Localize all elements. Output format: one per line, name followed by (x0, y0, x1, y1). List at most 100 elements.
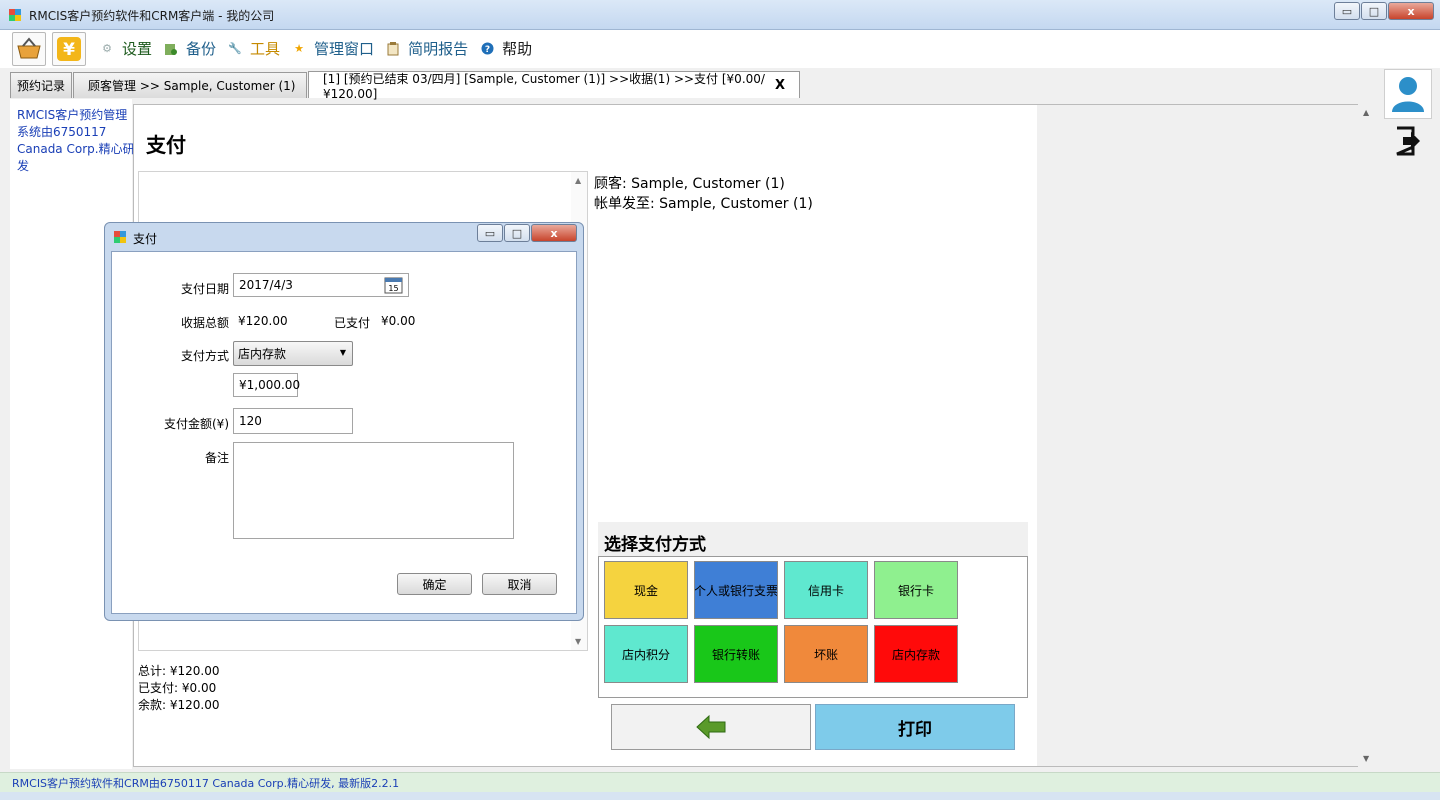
menu-help-label: 帮助 (502, 40, 533, 58)
pay-method-header: 选择支付方式 (598, 522, 1028, 556)
tab-customer-management[interactable]: 顾客管理 >> Sample, Customer (1) (73, 72, 307, 98)
backup-icon (164, 42, 178, 56)
paid-label: 已支付 (334, 316, 371, 330)
paid-text: 已支付: ¥0.00 (138, 681, 217, 695)
window-title: RMCIS客户预约软件和CRM客户端 - 我的公司 (29, 9, 275, 23)
credit-link[interactable]: RMCIS客户预约管理系统由6750117 Canada Corp.精心研发 (17, 107, 135, 175)
calendar-icon[interactable]: 15 (384, 276, 403, 294)
tab-close-button[interactable]: X (775, 78, 785, 93)
pay-method-title: 选择支付方式 (604, 535, 706, 555)
dialog-close-button[interactable]: x (531, 224, 577, 242)
svg-text:¥: ¥ (63, 40, 75, 60)
pay-store-deposit-button[interactable]: 店内存款 (874, 625, 958, 683)
pay-method-label: 支付方式 (180, 349, 229, 363)
pay-cash-button[interactable]: 现金 (604, 561, 688, 619)
menu-backup[interactable]: 备份 (164, 38, 216, 59)
tab-appointments-label: 预约记录 (17, 79, 66, 93)
main-scroll-down-icon[interactable]: ▼ (1363, 754, 1369, 763)
chevron-down-icon: ▼ (339, 348, 346, 357)
note-textarea[interactable] (233, 442, 514, 539)
clipboard-icon (386, 41, 400, 56)
balance-text: 余款: ¥120.00 (138, 698, 220, 712)
pay-bad-debt-button[interactable]: 坏账 (784, 625, 868, 683)
pay-amount-label: 支付金额(¥) (164, 417, 229, 431)
pay-method-grid: 现金 个人或银行支票 信用卡 银行卡 店内积分 银行转账 坏账 店内存款 (598, 556, 1028, 698)
payment-yen-button[interactable]: ¥ (52, 32, 86, 66)
right-panel (1037, 105, 1358, 766)
app-logo-icon (9, 9, 21, 21)
tab-payment-label: [1] [预约已结束 03/四月] [Sample, Customer (1)]… (323, 71, 765, 101)
logout-icon (1396, 126, 1420, 156)
tab-bar: 预约记录 顾客管理 >> Sample, Customer (1) [1] [预… (0, 68, 1380, 101)
pay-method-value: 店内存款 (238, 347, 287, 361)
dialog-app-icon (114, 231, 126, 243)
status-bar: RMCIS客户预约软件和CRM由6750117 Canada Corp.精心研发… (0, 772, 1440, 792)
menu-bar: ¥ ⚙ 设置 备份 🔧 工具 ★ 管理窗口 简明报告 ? 帮助 (0, 30, 1440, 68)
menu-settings[interactable]: ⚙ 设置 (100, 38, 152, 59)
print-button[interactable]: 打印 (815, 704, 1015, 750)
logout-button[interactable] (1392, 124, 1424, 158)
back-button[interactable] (611, 704, 811, 750)
receipt-total-value: ¥120.00 (238, 314, 288, 328)
menu-list: ⚙ 设置 备份 🔧 工具 ★ 管理窗口 简明报告 ? 帮助 (100, 38, 544, 59)
user-icon (1392, 77, 1424, 112)
paid-value: ¥0.00 (381, 314, 416, 328)
tab-appointments[interactable]: 预约记录 (10, 72, 72, 98)
store-deposit-balance: ¥1,000.00 (233, 373, 300, 397)
dialog-window-controls: ▭ □ x (476, 224, 577, 242)
minimize-button[interactable]: ▭ (1334, 2, 1360, 20)
tab-customer-label: 顾客管理 >> Sample, Customer (1) (88, 79, 296, 93)
status-text: RMCIS客户预约软件和CRM由6750117 Canada Corp.精心研发… (12, 777, 400, 790)
menu-admin-label: 管理窗口 (314, 40, 375, 58)
menu-reports[interactable]: 简明报告 (386, 38, 468, 59)
total-text: 总计: ¥120.00 (138, 664, 220, 678)
dialog-title: 支付 (133, 232, 158, 246)
pay-bank-transfer-button[interactable]: 银行转账 (694, 625, 778, 683)
star-icon: ★ (294, 42, 304, 55)
pay-date-label: 支付日期 (180, 282, 229, 296)
pay-method-select[interactable]: 店内存款 ▼ (233, 341, 353, 366)
window-controls: ▭ □ x (1333, 2, 1434, 20)
pay-cheque-button[interactable]: 个人或银行支票 (694, 561, 778, 619)
bill-to: 帐单发至: Sample, Customer (1) (594, 196, 813, 212)
calendar-day: 15 (388, 284, 398, 293)
scroll-up-icon[interactable]: ▲ (575, 176, 581, 185)
scroll-down-icon[interactable]: ▼ (575, 637, 581, 646)
ok-button[interactable]: 确定 (397, 573, 472, 595)
page-title: 支付 (146, 133, 186, 157)
menu-tools[interactable]: 🔧 工具 (228, 38, 280, 59)
right-sidebar (1382, 68, 1434, 772)
basket-icon (17, 37, 41, 59)
pay-credit-card-button[interactable]: 信用卡 (784, 561, 868, 619)
help-icon: ? (480, 42, 494, 56)
pay-date-value: 2017/4/3 (239, 278, 293, 292)
menu-help[interactable]: ? 帮助 (480, 38, 532, 59)
title-bar: RMCIS客户预约软件和CRM客户端 - 我的公司 ▭ □ x (0, 0, 1440, 30)
menu-tools-label: 工具 (250, 40, 281, 58)
payment-dialog: 支付 ▭ □ x 支付日期 2017/4/3 15 收据总额 ¥120.00 已… (104, 222, 584, 621)
main-scrollbar[interactable]: ▲ ▼ (1358, 104, 1376, 767)
cancel-button[interactable]: 取消 (482, 573, 557, 595)
dialog-body: 支付日期 2017/4/3 15 收据总额 ¥120.00 已支付 ¥0.00 … (111, 251, 577, 614)
main-scroll-up-icon[interactable]: ▲ (1363, 108, 1369, 117)
pay-date-field[interactable]: 2017/4/3 15 (233, 273, 409, 297)
tab-payment[interactable]: [1] [预约已结束 03/四月] [Sample, Customer (1)]… (308, 71, 800, 101)
user-profile-button[interactable] (1384, 69, 1432, 119)
maximize-button[interactable]: □ (1361, 2, 1387, 20)
note-label: 备注 (204, 451, 229, 465)
customer-name: 顾客: Sample, Customer (1) (594, 176, 785, 192)
dialog-minimize-button[interactable]: ▭ (477, 224, 503, 242)
pay-amount-input[interactable]: 120 (233, 408, 353, 434)
menu-admin[interactable]: ★ 管理窗口 (292, 38, 374, 59)
receipt-total-label: 收据总额 (180, 316, 229, 330)
gear-icon: ⚙ (102, 42, 112, 55)
svg-text:?: ? (484, 45, 489, 55)
appointment-basket-button[interactable] (12, 32, 46, 66)
pay-store-credit-button[interactable]: 店内积分 (604, 625, 688, 683)
dialog-maximize-button[interactable]: □ (504, 224, 530, 242)
menu-reports-label: 简明报告 (408, 40, 469, 58)
bottom-strip (0, 792, 1440, 800)
pay-debit-card-button[interactable]: 银行卡 (874, 561, 958, 619)
close-window-button[interactable]: x (1388, 2, 1434, 20)
menu-settings-label: 设置 (122, 40, 153, 58)
